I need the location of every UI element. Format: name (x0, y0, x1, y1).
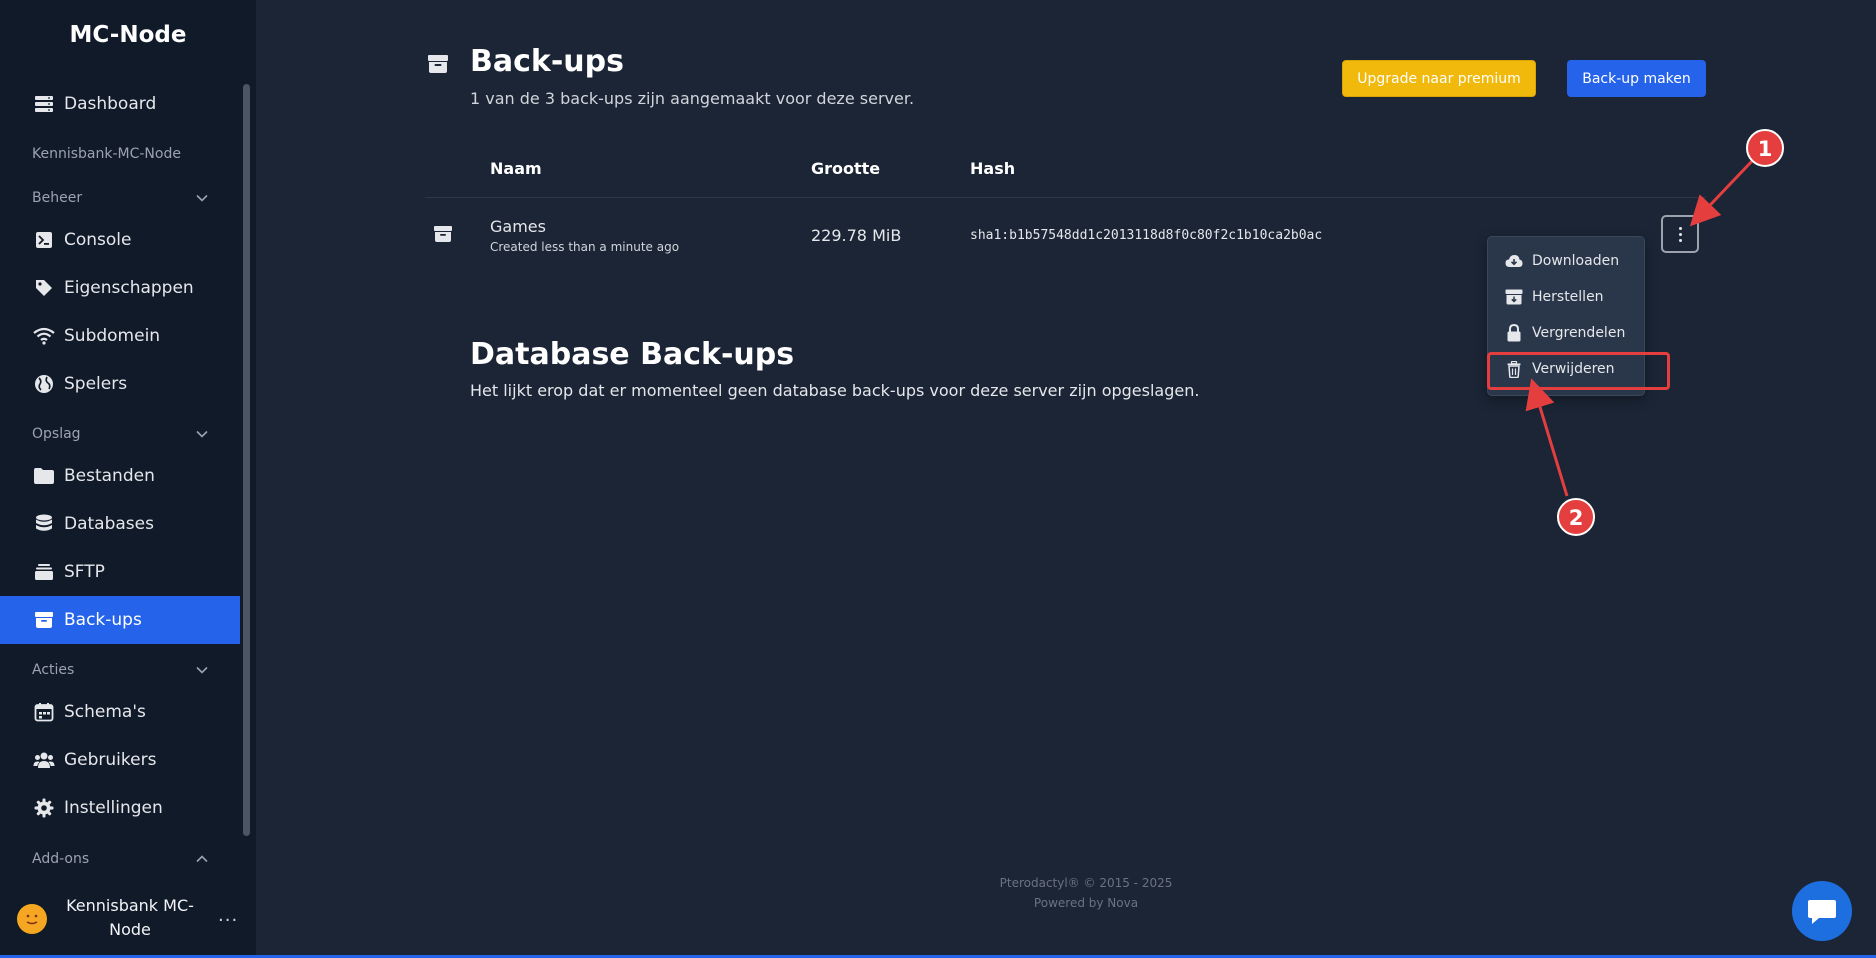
sidebar-item-schemas[interactable]: Schema's (0, 688, 240, 736)
backup-hash: sha1:b1b57548dd1c2013118d8f0c80f2c1b10ca… (970, 228, 1323, 243)
stack-icon (32, 561, 56, 583)
section-label: Beheer (32, 190, 83, 206)
avatar[interactable] (17, 904, 47, 934)
sidebar-item-label: Instellingen (64, 798, 163, 818)
annotation-highlight-box (1487, 352, 1670, 390)
gear-icon (32, 797, 56, 819)
chevron-down-icon (196, 666, 208, 674)
sidebar-item-console[interactable]: Console (0, 216, 240, 264)
kebab-icon (1678, 225, 1682, 243)
sidebar-item-sftp[interactable]: SFTP (0, 548, 240, 596)
lock-icon (1504, 324, 1524, 342)
menu-item-download[interactable]: Downloaden (1488, 245, 1646, 277)
user-name: Kennisbank MC-Node (66, 896, 194, 939)
wifi-icon (32, 325, 56, 347)
menu-item-restore[interactable]: Herstellen (1488, 281, 1646, 313)
sidebar-item-databases[interactable]: Databases (0, 500, 240, 548)
sidebar-item-spelers[interactable]: Spelers (0, 360, 240, 408)
archive-restore-icon (1504, 289, 1524, 305)
sidebar-item-label: Gebruikers (64, 750, 157, 770)
create-backup-button[interactable]: Back-up maken (1567, 60, 1706, 97)
section-opslag[interactable]: Opslag (32, 423, 208, 445)
globe-icon (32, 373, 56, 395)
footer-powered-by: Powered by Nova (1033, 896, 1139, 910)
backup-name: Games (490, 217, 546, 236)
user-profile[interactable]: Kennisbank MC-Node ··· (0, 892, 256, 948)
menu-item-label: Herstellen (1532, 289, 1604, 305)
archive-icon (433, 225, 453, 247)
sidebar-item-label: Eigenschappen (64, 278, 194, 298)
sidebar-item-dashboard[interactable]: Dashboard (0, 80, 240, 128)
main-content: Back-ups 1 van de 3 back-ups zijn aangem… (256, 0, 1876, 958)
column-header-size: Grootte (811, 159, 881, 178)
chevron-up-icon (196, 855, 208, 863)
sidebar-item-subdomein[interactable]: Subdomein (0, 312, 240, 360)
chat-button[interactable] (1792, 881, 1852, 941)
row-actions-button[interactable] (1661, 215, 1699, 253)
server-name: Kennisbank-MC-Node (32, 146, 181, 162)
brand-logo[interactable]: MC-Node (0, 22, 256, 48)
chat-icon (1808, 900, 1836, 924)
sidebar-item-backups[interactable]: Back-ups (0, 596, 240, 644)
section-addons[interactable]: Add-ons (32, 848, 208, 870)
database-backups-empty-text: Het lijkt erop dat er momenteel geen dat… (470, 381, 1200, 400)
page-subtitle: 1 van de 3 back-ups zijn aangemaakt voor… (470, 89, 915, 108)
sidebar-item-label: Subdomein (64, 326, 161, 346)
menu-item-label: Vergrendelen (1532, 325, 1626, 341)
upgrade-premium-button[interactable]: Upgrade naar premium (1342, 60, 1536, 97)
chevron-down-icon (196, 194, 208, 202)
sidebar-item-gebruikers[interactable]: Gebruikers (0, 736, 240, 784)
sidebar-item-bestanden[interactable]: Bestanden (0, 452, 240, 500)
section-label: Acties (32, 662, 75, 678)
page-title: Back-ups (470, 44, 624, 79)
menu-item-label: Downloaden (1532, 253, 1620, 269)
sidebar-item-label: Databases (64, 514, 154, 534)
archive-icon (32, 609, 56, 631)
sidebar-item-label: Back-ups (64, 610, 142, 630)
sidebar-item-label: Console (64, 230, 132, 250)
footer-copyright: Pterodactyl® © 2015 - 2025 (999, 876, 1173, 890)
server-icon (32, 93, 56, 115)
chevron-down-icon (196, 430, 208, 438)
sidebar-item-label: SFTP (64, 562, 105, 582)
terminal-icon (32, 229, 56, 251)
database-backups-title: Database Back-ups (470, 337, 795, 372)
footer: Pterodactyl® © 2015 - 2025 Powered by No… (906, 873, 1266, 913)
folder-icon (32, 465, 56, 487)
menu-item-lock[interactable]: Vergrendelen (1488, 317, 1646, 349)
users-icon (32, 749, 56, 771)
archive-icon (427, 54, 449, 78)
backup-size: 229.78 MiB (811, 226, 902, 245)
column-header-name: Naam (490, 159, 542, 178)
section-label: Add-ons (32, 851, 90, 867)
sidebar-item-label: Schema's (64, 702, 146, 722)
section-acties[interactable]: Acties (32, 659, 208, 681)
database-icon (32, 513, 56, 535)
calendar-icon (32, 701, 56, 723)
sidebar: MC-Node Dashboard Kennisbank-MC-Node Beh… (0, 0, 256, 958)
sidebar-item-label: Bestanden (64, 466, 155, 486)
section-label: Opslag (32, 426, 81, 442)
scrollbar-thumb[interactable] (243, 84, 250, 836)
cloud-download-icon (1504, 254, 1524, 268)
sidebar-item-label: Spelers (64, 374, 128, 394)
sidebar-item-instellingen[interactable]: Instellingen (0, 784, 240, 832)
sidebar-item-label: Dashboard (64, 94, 157, 114)
more-options-icon[interactable]: ··· (218, 910, 238, 931)
backup-created: Created less than a minute ago (490, 240, 680, 254)
column-header-hash: Hash (970, 159, 1016, 178)
sidebar-scrollbar[interactable] (243, 84, 250, 836)
table-divider (425, 197, 1706, 198)
sidebar-item-eigenschappen[interactable]: Eigenschappen (0, 264, 240, 312)
tag-icon (32, 277, 56, 299)
section-beheer[interactable]: Beheer (32, 187, 208, 209)
